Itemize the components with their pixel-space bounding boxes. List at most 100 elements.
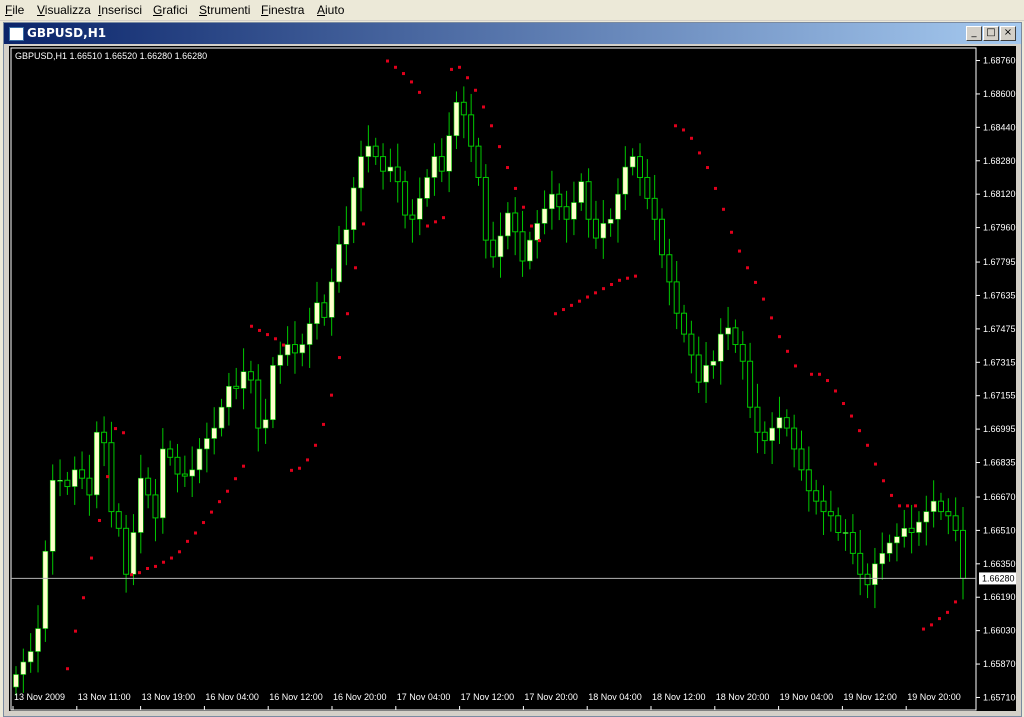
candle-body-bear [791, 427, 798, 450]
candle [776, 396, 783, 444]
restore-button[interactable]: □ [983, 26, 999, 41]
candle [328, 268, 335, 336]
candle-body-bear [761, 431, 768, 442]
y-tick-label: 1.65870 [983, 659, 1016, 669]
psar-dot [218, 500, 221, 504]
menu-strumenti[interactable]: Strumenti [199, 3, 250, 17]
candle-body-bull [703, 365, 709, 383]
candle-body-bear [813, 490, 820, 502]
candle [791, 414, 798, 468]
candle-body-bull [416, 198, 423, 220]
psar-dot [74, 629, 77, 633]
y-tick-label: 1.67635 [983, 290, 1016, 300]
psar-dot [290, 468, 293, 472]
candle [563, 190, 570, 243]
candle [930, 480, 937, 528]
candle-body-bull [446, 135, 452, 172]
psar-dot [386, 59, 389, 63]
x-tick-label: 17 Nov 04:00 [397, 692, 451, 702]
psar-dot [266, 333, 269, 337]
candle-body-bull [336, 244, 342, 283]
candle-body-bear [79, 469, 86, 479]
candle [659, 208, 666, 269]
candle [291, 321, 298, 374]
psar-dot [298, 466, 301, 470]
candle-body-bull [211, 427, 218, 439]
candle [453, 91, 460, 150]
candle-body-bull [505, 212, 511, 237]
candle-body-bull [299, 344, 306, 354]
psar-dot [530, 224, 533, 228]
psar-dot [594, 291, 597, 295]
candle-body-bear [563, 206, 570, 220]
psar-dot [930, 623, 933, 627]
menu-inserisci[interactable]: Inserisci [98, 3, 142, 17]
candle-body-bear [937, 500, 944, 513]
candle-body-bear [145, 477, 152, 496]
candle [916, 511, 922, 546]
psar-dot [114, 427, 117, 431]
candle [879, 532, 886, 580]
candle [270, 357, 276, 429]
candle-body-bull [622, 166, 629, 195]
psar-dot [98, 518, 101, 522]
candle-body-bear [849, 531, 856, 554]
psar-dot [818, 372, 821, 376]
minimize-button[interactable]: _ [966, 26, 982, 41]
candle [739, 331, 746, 380]
candle-body-bull [49, 479, 56, 552]
psar-dot [314, 443, 317, 447]
y-tick-label: 1.66190 [983, 592, 1016, 602]
candle-body-bear [908, 527, 915, 533]
candle [343, 206, 350, 266]
candle-body-bull [776, 417, 783, 429]
psar-dot [722, 207, 725, 211]
candle [160, 428, 166, 534]
x-tick-label: 18 Nov 04:00 [588, 692, 642, 702]
candle [115, 503, 122, 537]
window-titlebar[interactable]: GBPUSD,H1 _ □ × [4, 23, 1021, 44]
candle-body-bull [314, 302, 320, 324]
candle [622, 146, 629, 211]
y-tick-label: 1.67475 [983, 324, 1016, 334]
psar-dot [762, 297, 765, 301]
candle-body-bear [732, 327, 739, 346]
psar-dot [498, 145, 501, 149]
psar-dot [682, 128, 685, 132]
y-tick-label: 1.66030 [983, 626, 1016, 636]
candle-body-bull [534, 223, 541, 241]
candle [681, 304, 688, 343]
y-tick-label: 1.67315 [983, 357, 1016, 367]
psar-dot [778, 335, 781, 339]
candle-body-bear [651, 197, 658, 220]
chart-area[interactable]: GBPUSD,H1 1.66510 1.66520 1.66280 1.6628… [9, 46, 1016, 711]
candle-body-bear [673, 281, 680, 314]
psar-dot [794, 364, 797, 368]
menu-visualizza[interactable]: Visualizza [37, 3, 91, 17]
candle-body-bear [835, 515, 842, 533]
menu-finestra[interactable]: Finestra [261, 3, 304, 17]
candle-body-bull [916, 521, 922, 533]
menu-grafici[interactable]: Grafici [153, 3, 188, 17]
psar-dot [66, 667, 69, 671]
candle [336, 225, 342, 293]
psar-dot [602, 287, 605, 291]
psar-dot [522, 205, 525, 209]
candle-body-bull [571, 202, 577, 220]
candle-body-bear [291, 344, 298, 354]
candle-body-bull [497, 235, 504, 258]
close-button[interactable]: × [1000, 26, 1016, 41]
y-tick-label: 1.68120 [983, 189, 1016, 199]
x-tick-label: 18 Nov 20:00 [716, 692, 770, 702]
candle-body-bull [578, 181, 585, 203]
psar-dot [810, 372, 813, 376]
price-chart[interactable]: GBPUSD,H1 1.66510 1.66520 1.66280 1.6628… [9, 46, 1016, 711]
psar-dot [906, 504, 909, 508]
candle [211, 407, 218, 455]
menu-aiuto[interactable]: Aiuto [317, 3, 344, 17]
psar-dot [170, 556, 173, 560]
candle-body-bull [284, 344, 291, 356]
menu-file[interactable]: File [5, 3, 24, 17]
current-price-label: 1.66280 [982, 573, 1015, 583]
candle [571, 181, 577, 236]
